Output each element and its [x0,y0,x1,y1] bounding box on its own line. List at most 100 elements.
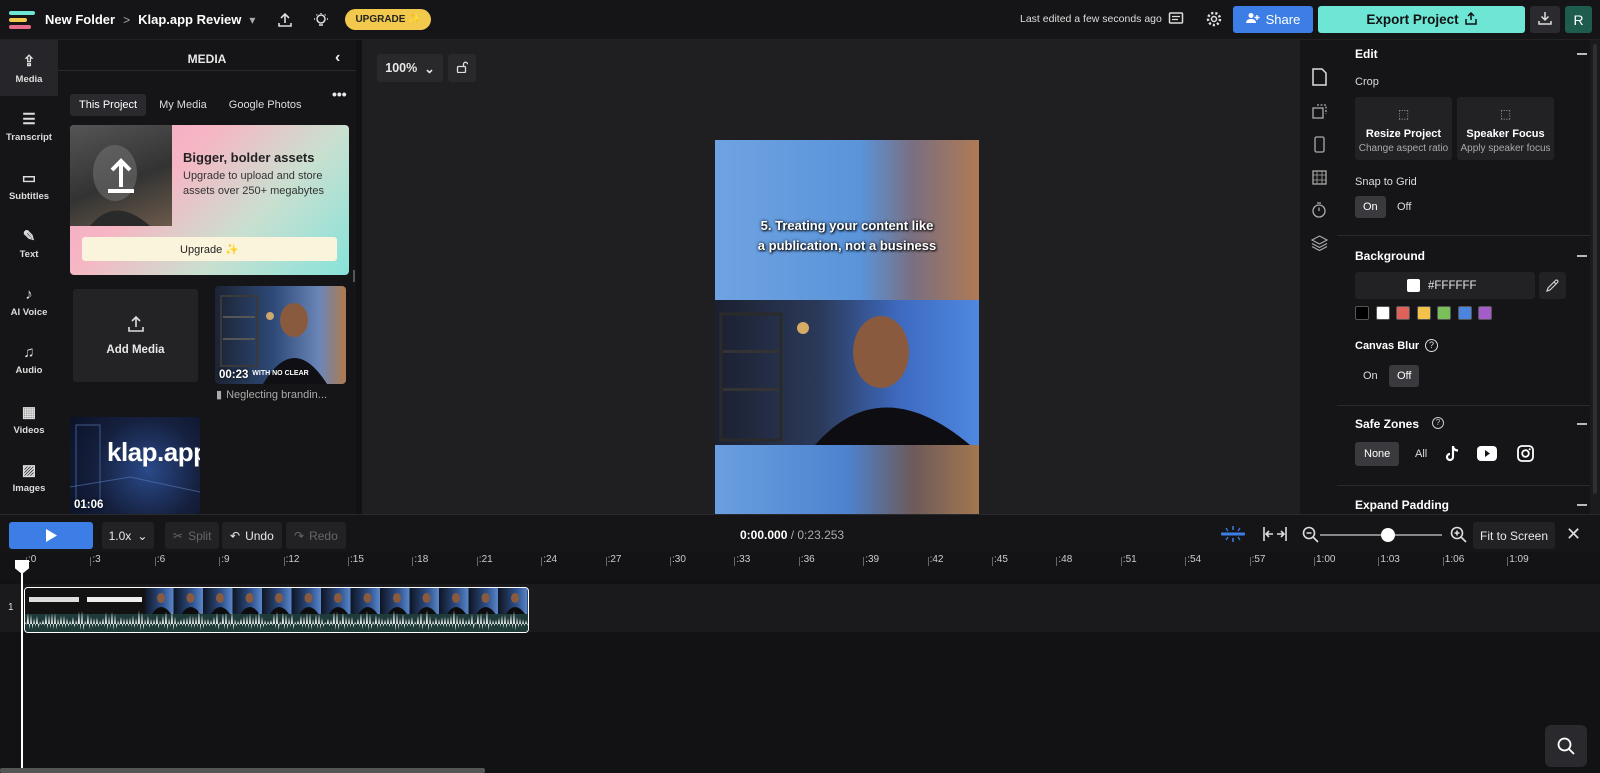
add-person-icon [1245,12,1260,27]
nav-audio[interactable]: ♫ Audio [0,332,58,388]
background-color-input[interactable]: #FFFFFF [1355,272,1535,299]
section-divider [1337,405,1590,406]
settings-gear-icon[interactable] [1206,11,1222,27]
resize-icon[interactable] [1310,102,1328,120]
media-thumbnail-video-1[interactable]: WITH NO CLEAR 00:23 [215,286,346,384]
eyedropper-icon[interactable] [1539,272,1566,299]
file-properties-icon[interactable] [1310,68,1328,86]
grid-icon[interactable] [1310,168,1328,186]
playhead[interactable] [21,560,23,773]
breadcrumb-folder[interactable]: New Folder [45,12,115,27]
tiktok-icon[interactable] [1444,445,1460,466]
ruler-tick-label: :3 [90,554,101,566]
app-logo-icon[interactable] [9,9,37,31]
search-icon [1557,737,1575,755]
instagram-icon[interactable] [1517,445,1534,465]
resize-project-button[interactable]: ⬚ Resize Project Change aspect ratio [1355,97,1452,160]
project-title[interactable]: Klap.app Review [138,12,241,27]
help-icon[interactable]: ? [1425,339,1438,352]
zoom-select[interactable]: 100% ⌄ [377,54,443,82]
user-avatar[interactable]: R [1565,6,1592,33]
project-dropdown-icon[interactable]: ▾ [249,13,255,27]
nav-subtitles[interactable]: ▭ Subtitles [0,157,58,213]
layers-icon[interactable] [1310,234,1328,252]
zoom-slider-handle[interactable] [1381,528,1395,542]
upload-icon[interactable] [277,12,293,28]
redo-button[interactable]: ↷ Redo [286,522,346,549]
swatch-green[interactable] [1437,306,1451,320]
youtube-icon[interactable] [1477,446,1497,464]
nav-videos[interactable]: ▦ Videos [0,391,58,447]
timeline-horizontal-scrollbar[interactable] [0,768,485,773]
swatch-white[interactable] [1376,306,1390,320]
collapse-panel-chevron-icon[interactable]: ‹ [335,49,340,67]
split-button[interactable]: ✂ Split [165,522,220,549]
swatch-purple[interactable] [1478,306,1492,320]
tab-my-media[interactable]: My Media [150,94,216,116]
tab-google-photos[interactable]: Google Photos [220,94,311,116]
properties-scrollbar[interactable] [1590,40,1600,514]
undo-label: Undo [245,528,274,543]
timeline-toolbar: 1.0x ⌄ ✂ Split ↶ Undo ↷ Redo 0:00.000 / 0:2… [0,514,1600,552]
ruler-tick-label: :9 [219,554,230,566]
unlock-button[interactable] [448,54,476,82]
snap-off-toggle[interactable]: Off [1389,196,1419,218]
video-canvas[interactable]: 5. Treating your content like a publicat… [715,140,979,514]
nav-media[interactable]: ⇪ Media [0,40,58,96]
share-button[interactable]: Share [1233,6,1313,33]
export-project-button[interactable]: Export Project [1318,6,1525,33]
play-button[interactable] [9,522,93,549]
snap-magnet-icon[interactable] [1221,526,1245,545]
media-thumbnail-video-2[interactable]: klap.app 01:06 [70,417,200,514]
tab-this-project[interactable]: This Project [70,94,147,116]
phone-icon[interactable] [1310,135,1328,153]
nav-transcript[interactable]: ☰ Transcript [0,98,58,154]
fit-to-screen-button[interactable]: Fit to Screen [1473,522,1555,549]
speaker-focus-button[interactable]: ⬚ Speaker Focus Apply speaker focus [1457,97,1554,160]
nav-images[interactable]: ▨ Images [0,449,58,505]
promo-upgrade-button[interactable]: Upgrade ✨ [82,237,337,261]
more-options-icon[interactable]: ••• [332,86,347,102]
nav-label: Text [19,248,39,260]
playback-speed-select[interactable]: 1.0x ⌄ [102,522,154,549]
swatch-black[interactable] [1355,306,1369,320]
panel-resize-handle[interactable] [353,270,355,282]
swatch-yellow[interactable] [1417,306,1431,320]
nav-label: Videos [13,424,45,436]
undo-button[interactable]: ↶ Undo [222,522,282,549]
canvas-stage: 100% ⌄ 5. Treating your content like a p… [362,40,1300,516]
nav-text[interactable]: ✎ Text [0,215,58,271]
properties-panel: Edit Crop ⬚ Resize Project Change aspect… [1337,40,1590,514]
blur-off-toggle[interactable]: Off [1389,365,1420,387]
comments-icon[interactable] [1168,11,1184,27]
safe-zone-all-toggle[interactable]: All [1409,442,1433,466]
snap-on-toggle[interactable]: On [1355,196,1386,218]
video-clip[interactable] [24,587,529,633]
zoom-out-icon[interactable] [1302,526,1319,546]
timeline-ruler[interactable]: :0:3:6:9:12:15:18:21:24:27:30:33:36:39:4… [0,552,1600,580]
caption-overlay[interactable]: 5. Treating your content like a publicat… [715,216,979,256]
blur-on-toggle[interactable]: On [1355,365,1386,387]
timeline-tracks: 1 [0,580,1600,773]
collapse-edit-icon[interactable] [1577,53,1587,55]
add-media-button[interactable]: Add Media [73,289,198,382]
safe-zone-none-toggle[interactable]: None [1355,442,1400,466]
collapse-expand-padding-icon[interactable] [1577,504,1587,506]
swatch-blue[interactable] [1458,306,1472,320]
media-panel: MEDIA ‹ This Project My Media Google Pho… [58,40,356,514]
collapse-safe-zones-icon[interactable] [1577,423,1587,425]
redo-label: Redo [309,528,338,543]
zoom-in-icon[interactable] [1450,526,1467,546]
download-button[interactable] [1530,6,1560,33]
search-button[interactable] [1545,725,1587,767]
lightbulb-icon[interactable] [313,12,329,28]
timer-icon[interactable] [1310,201,1328,219]
close-timeline-icon[interactable]: ✕ [1566,524,1581,545]
collapse-background-icon[interactable] [1577,255,1587,257]
help-icon[interactable]: ? [1432,417,1444,429]
fit-width-icon[interactable] [1263,526,1287,545]
nav-ai-voice[interactable]: ♪ AI Voice [0,274,58,330]
upgrade-button[interactable]: UPGRADE ✨ [345,9,431,30]
swatch-red[interactable] [1396,306,1410,320]
promo-heading: Bigger, bolder assets [183,150,315,165]
